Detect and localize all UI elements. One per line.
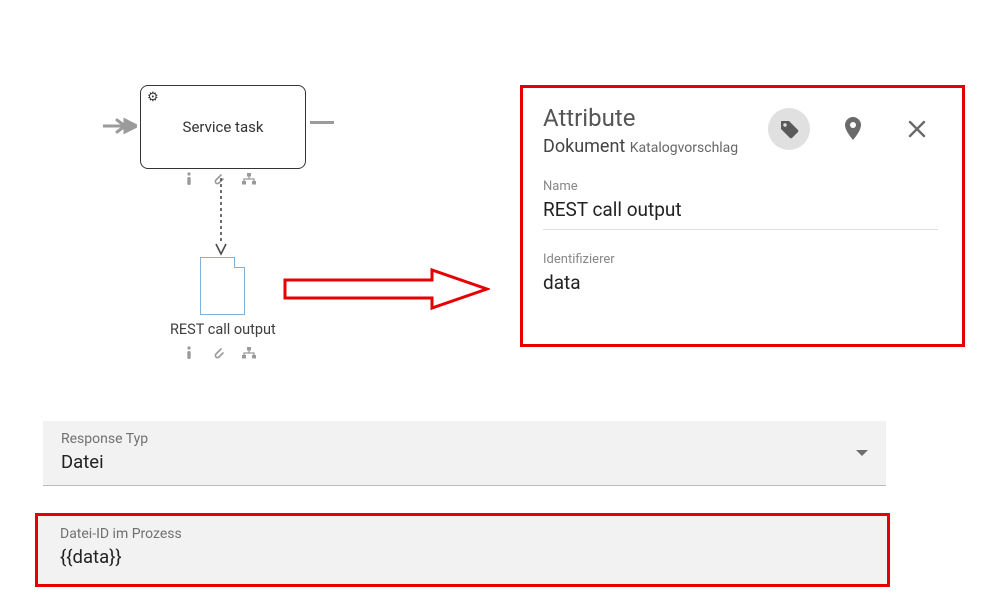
identifier-field-label: Identifizierer — [543, 252, 938, 267]
response-type-label: Response Typ — [61, 431, 868, 447]
data-association-icon — [220, 178, 222, 246]
data-object-label: REST call output — [170, 321, 276, 338]
response-type-select[interactable]: Response Typ Datei — [43, 421, 886, 486]
panel-doc-type: Dokument — [543, 136, 625, 157]
annotation-arrow-icon — [282, 266, 490, 312]
data-object-node[interactable] — [200, 257, 245, 315]
file-id-label: Datei-ID im Prozess — [60, 526, 865, 542]
doc-mini-toolbar — [184, 346, 256, 360]
document-fold-icon — [234, 257, 245, 268]
file-id-value: {{data}} — [60, 546, 865, 568]
tag-icon[interactable] — [768, 108, 810, 150]
panel-title: Attribute — [543, 106, 768, 130]
close-icon[interactable] — [896, 108, 938, 150]
name-field[interactable]: REST call output — [543, 194, 938, 230]
hierarchy-icon[interactable] — [242, 173, 256, 185]
dropdown-caret-icon — [856, 450, 868, 456]
identifier-field[interactable]: data — [543, 267, 938, 302]
outgoing-arrow-icon — [310, 121, 340, 131]
gear-icon: ⚙ — [147, 90, 159, 105]
attachment-icon[interactable] — [212, 346, 224, 360]
file-id-field[interactable]: Datei-ID im Prozess {{data}} — [35, 513, 890, 587]
attribute-panel: Attribute Dokument Katalogvorschlag Name… — [520, 85, 965, 347]
name-field-label: Name — [543, 179, 938, 194]
info-icon[interactable] — [184, 346, 194, 360]
panel-catalog-hint: Katalogvorschlag — [630, 140, 738, 156]
info-icon[interactable] — [184, 172, 194, 186]
incoming-arrow-icon — [103, 117, 137, 135]
hierarchy-icon[interactable] — [242, 347, 256, 359]
service-task-node[interactable]: ⚙ Service task — [140, 85, 306, 169]
location-icon[interactable] — [832, 108, 874, 150]
service-task-label: Service task — [183, 118, 264, 136]
response-type-value: Datei — [61, 451, 868, 473]
